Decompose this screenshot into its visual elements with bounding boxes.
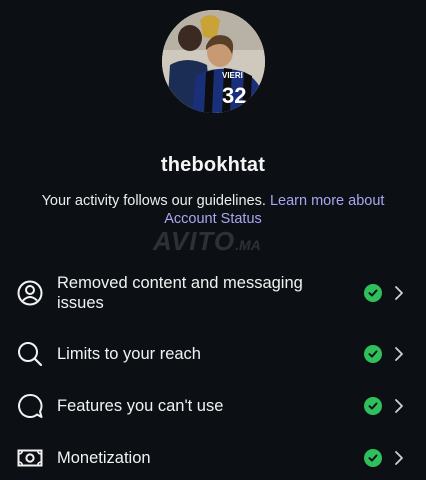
check-icon [364, 397, 382, 415]
row-label: Monetization [57, 449, 151, 467]
account-status-page: 32 VIERI thebokhtat Your activity follow… [0, 0, 426, 480]
status-text: Your activity follows our guidelines. [41, 193, 270, 209]
search-icon [15, 339, 45, 369]
watermark: AVITO.MA [153, 226, 261, 257]
profile-avatar: 32 VIERI [162, 10, 265, 113]
row-limits-reach[interactable]: Limits to your reach [0, 329, 426, 379]
svg-text:VIERI: VIERI [222, 71, 243, 80]
watermark-brand: AVITO [153, 226, 236, 256]
svg-text:32: 32 [222, 83, 246, 108]
chevron-right-icon [395, 347, 403, 361]
person-circle-icon [15, 278, 45, 308]
money-icon [15, 443, 45, 473]
chevron-right-icon [395, 399, 403, 413]
row-removed-content[interactable]: Removed content and messaging issues [0, 268, 426, 318]
chat-bubble-icon [15, 391, 45, 421]
check-icon [364, 284, 382, 302]
row-monetization[interactable]: Monetization [0, 433, 426, 480]
chevron-right-icon [395, 451, 403, 465]
watermark-suffix: .MA [235, 237, 261, 253]
check-icon [364, 345, 382, 363]
row-label: Removed content and messaging issues [57, 274, 303, 312]
row-label: Features you can't use [57, 397, 224, 415]
chevron-right-icon [395, 286, 403, 300]
row-label: Limits to your reach [57, 345, 201, 363]
check-icon [364, 449, 382, 467]
status-summary: Your activity follows our guidelines. Le… [20, 192, 406, 228]
profile-username: thebokhtat [160, 154, 266, 176]
avatar-photo: 32 VIERI [162, 10, 265, 113]
row-features-cant-use[interactable]: Features you can't use [0, 381, 426, 431]
